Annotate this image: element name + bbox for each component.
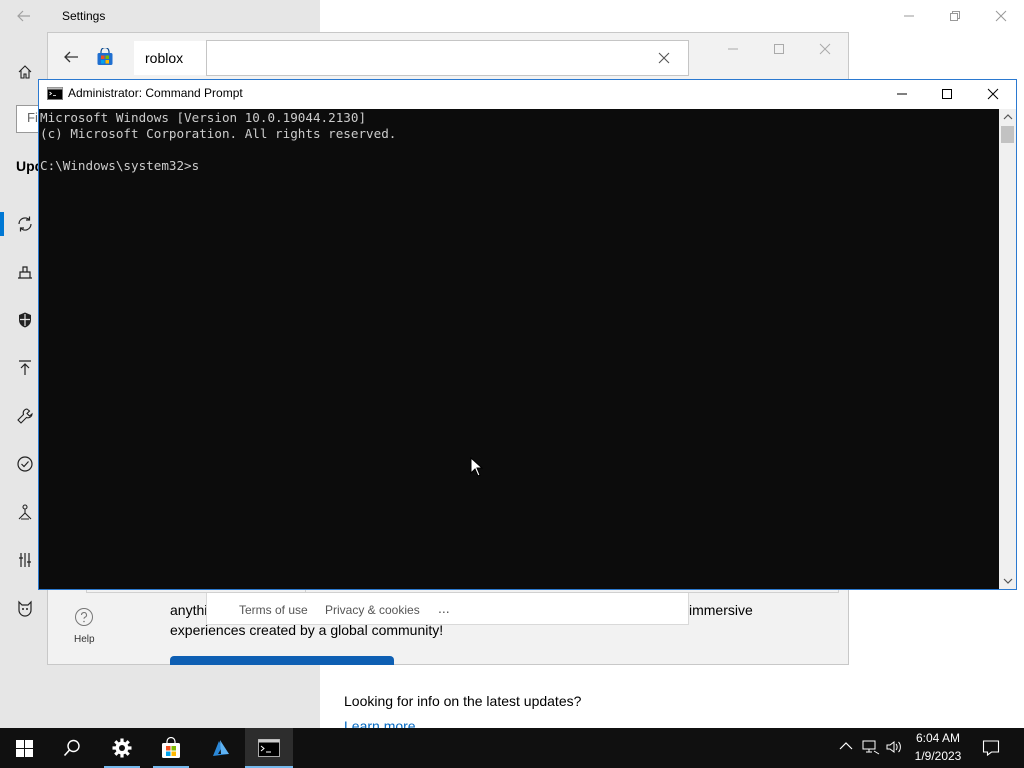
home-icon[interactable] <box>15 62 35 82</box>
delivery-optimization-icon[interactable] <box>15 262 35 282</box>
cmd-console[interactable] <box>39 109 999 589</box>
wrench-icon[interactable] <box>15 406 35 426</box>
cmd-output-line: (c) Microsoft Corporation. All rights re… <box>40 126 397 141</box>
help-label: Help <box>74 634 95 645</box>
mouse-pointer-icon <box>470 457 483 477</box>
store-maximize-button[interactable] <box>756 33 802 65</box>
volume-icon[interactable] <box>885 739 903 755</box>
azure-icon <box>210 737 232 759</box>
clear-search-icon[interactable] <box>657 51 671 65</box>
insider-program-icon[interactable] <box>15 598 35 618</box>
store-search-dropdown[interactable] <box>206 40 689 76</box>
settings-close-button[interactable] <box>978 0 1024 32</box>
terms-of-use-link[interactable]: Terms of use <box>239 603 308 617</box>
more-options-button[interactable]: ... <box>438 600 450 616</box>
cmd-scrollbar[interactable] <box>999 109 1016 589</box>
settings-restore-button[interactable] <box>932 0 978 32</box>
store-logo-icon <box>96 48 114 66</box>
store-minimize-button[interactable] <box>710 33 756 65</box>
clock-date[interactable]: 1/9/2023 <box>908 749 968 763</box>
get-app-button[interactable] <box>170 656 394 665</box>
cmd-title: Administrator: Command Prompt <box>68 86 243 100</box>
cmd-prompt-line[interactable]: C:\Windows\system32>s <box>40 158 199 173</box>
activation-check-icon[interactable] <box>15 454 35 474</box>
settings-footer-text: Looking for info on the latest updates? <box>344 693 582 709</box>
taskbar-cmd-button[interactable] <box>245 728 293 768</box>
help-icon[interactable] <box>74 607 94 627</box>
scroll-down-arrow-icon[interactable] <box>1003 577 1013 585</box>
clock-time[interactable]: 6:04 AM <box>908 731 968 745</box>
privacy-cookies-link[interactable]: Privacy & cookies <box>325 603 420 617</box>
taskbar-store-button[interactable] <box>147 728 195 768</box>
taskbar-azure-button[interactable] <box>197 728 245 768</box>
backup-icon[interactable] <box>15 358 35 378</box>
settings-minimize-button[interactable] <box>886 0 932 32</box>
find-my-device-icon[interactable] <box>15 502 35 522</box>
settings-title: Settings <box>62 9 106 23</box>
network-icon[interactable] <box>862 739 880 755</box>
description-line1-left: anythi <box>170 602 208 618</box>
cmd-minimize-button[interactable] <box>879 78 925 110</box>
taskbar-search-button[interactable] <box>48 728 96 768</box>
store-icon <box>160 737 182 759</box>
start-button[interactable] <box>0 728 48 768</box>
developer-tools-icon[interactable] <box>15 550 35 570</box>
description-line1-right: immersive <box>689 602 753 618</box>
scroll-up-arrow-icon[interactable] <box>1003 113 1013 121</box>
store-back-icon[interactable] <box>62 48 80 66</box>
cmd-scrollbar-thumb[interactable] <box>1001 126 1014 143</box>
start-icon <box>15 739 33 757</box>
cmd-output-line: Microsoft Windows [Version 10.0.19044.21… <box>40 110 367 125</box>
cmd-maximize-button[interactable] <box>924 78 970 110</box>
store-close-button[interactable] <box>802 33 848 65</box>
notifications-icon[interactable] <box>982 739 1000 757</box>
sidebar-selection-marker <box>0 212 4 236</box>
store-search-input[interactable]: roblox <box>134 41 206 75</box>
sync-icon[interactable] <box>15 214 35 234</box>
search-icon <box>63 739 81 757</box>
show-hidden-icons-icon[interactable] <box>839 741 853 751</box>
cmd-app-icon <box>47 87 63 100</box>
taskbar-settings-button[interactable] <box>98 728 146 768</box>
settings-icon <box>111 737 133 759</box>
back-arrow-icon[interactable] <box>16 8 32 24</box>
shield-icon[interactable] <box>15 310 35 330</box>
cmd-close-button[interactable] <box>970 78 1016 110</box>
settings-footer-link[interactable]: Learn more <box>344 718 416 728</box>
cmd-icon <box>258 739 280 757</box>
